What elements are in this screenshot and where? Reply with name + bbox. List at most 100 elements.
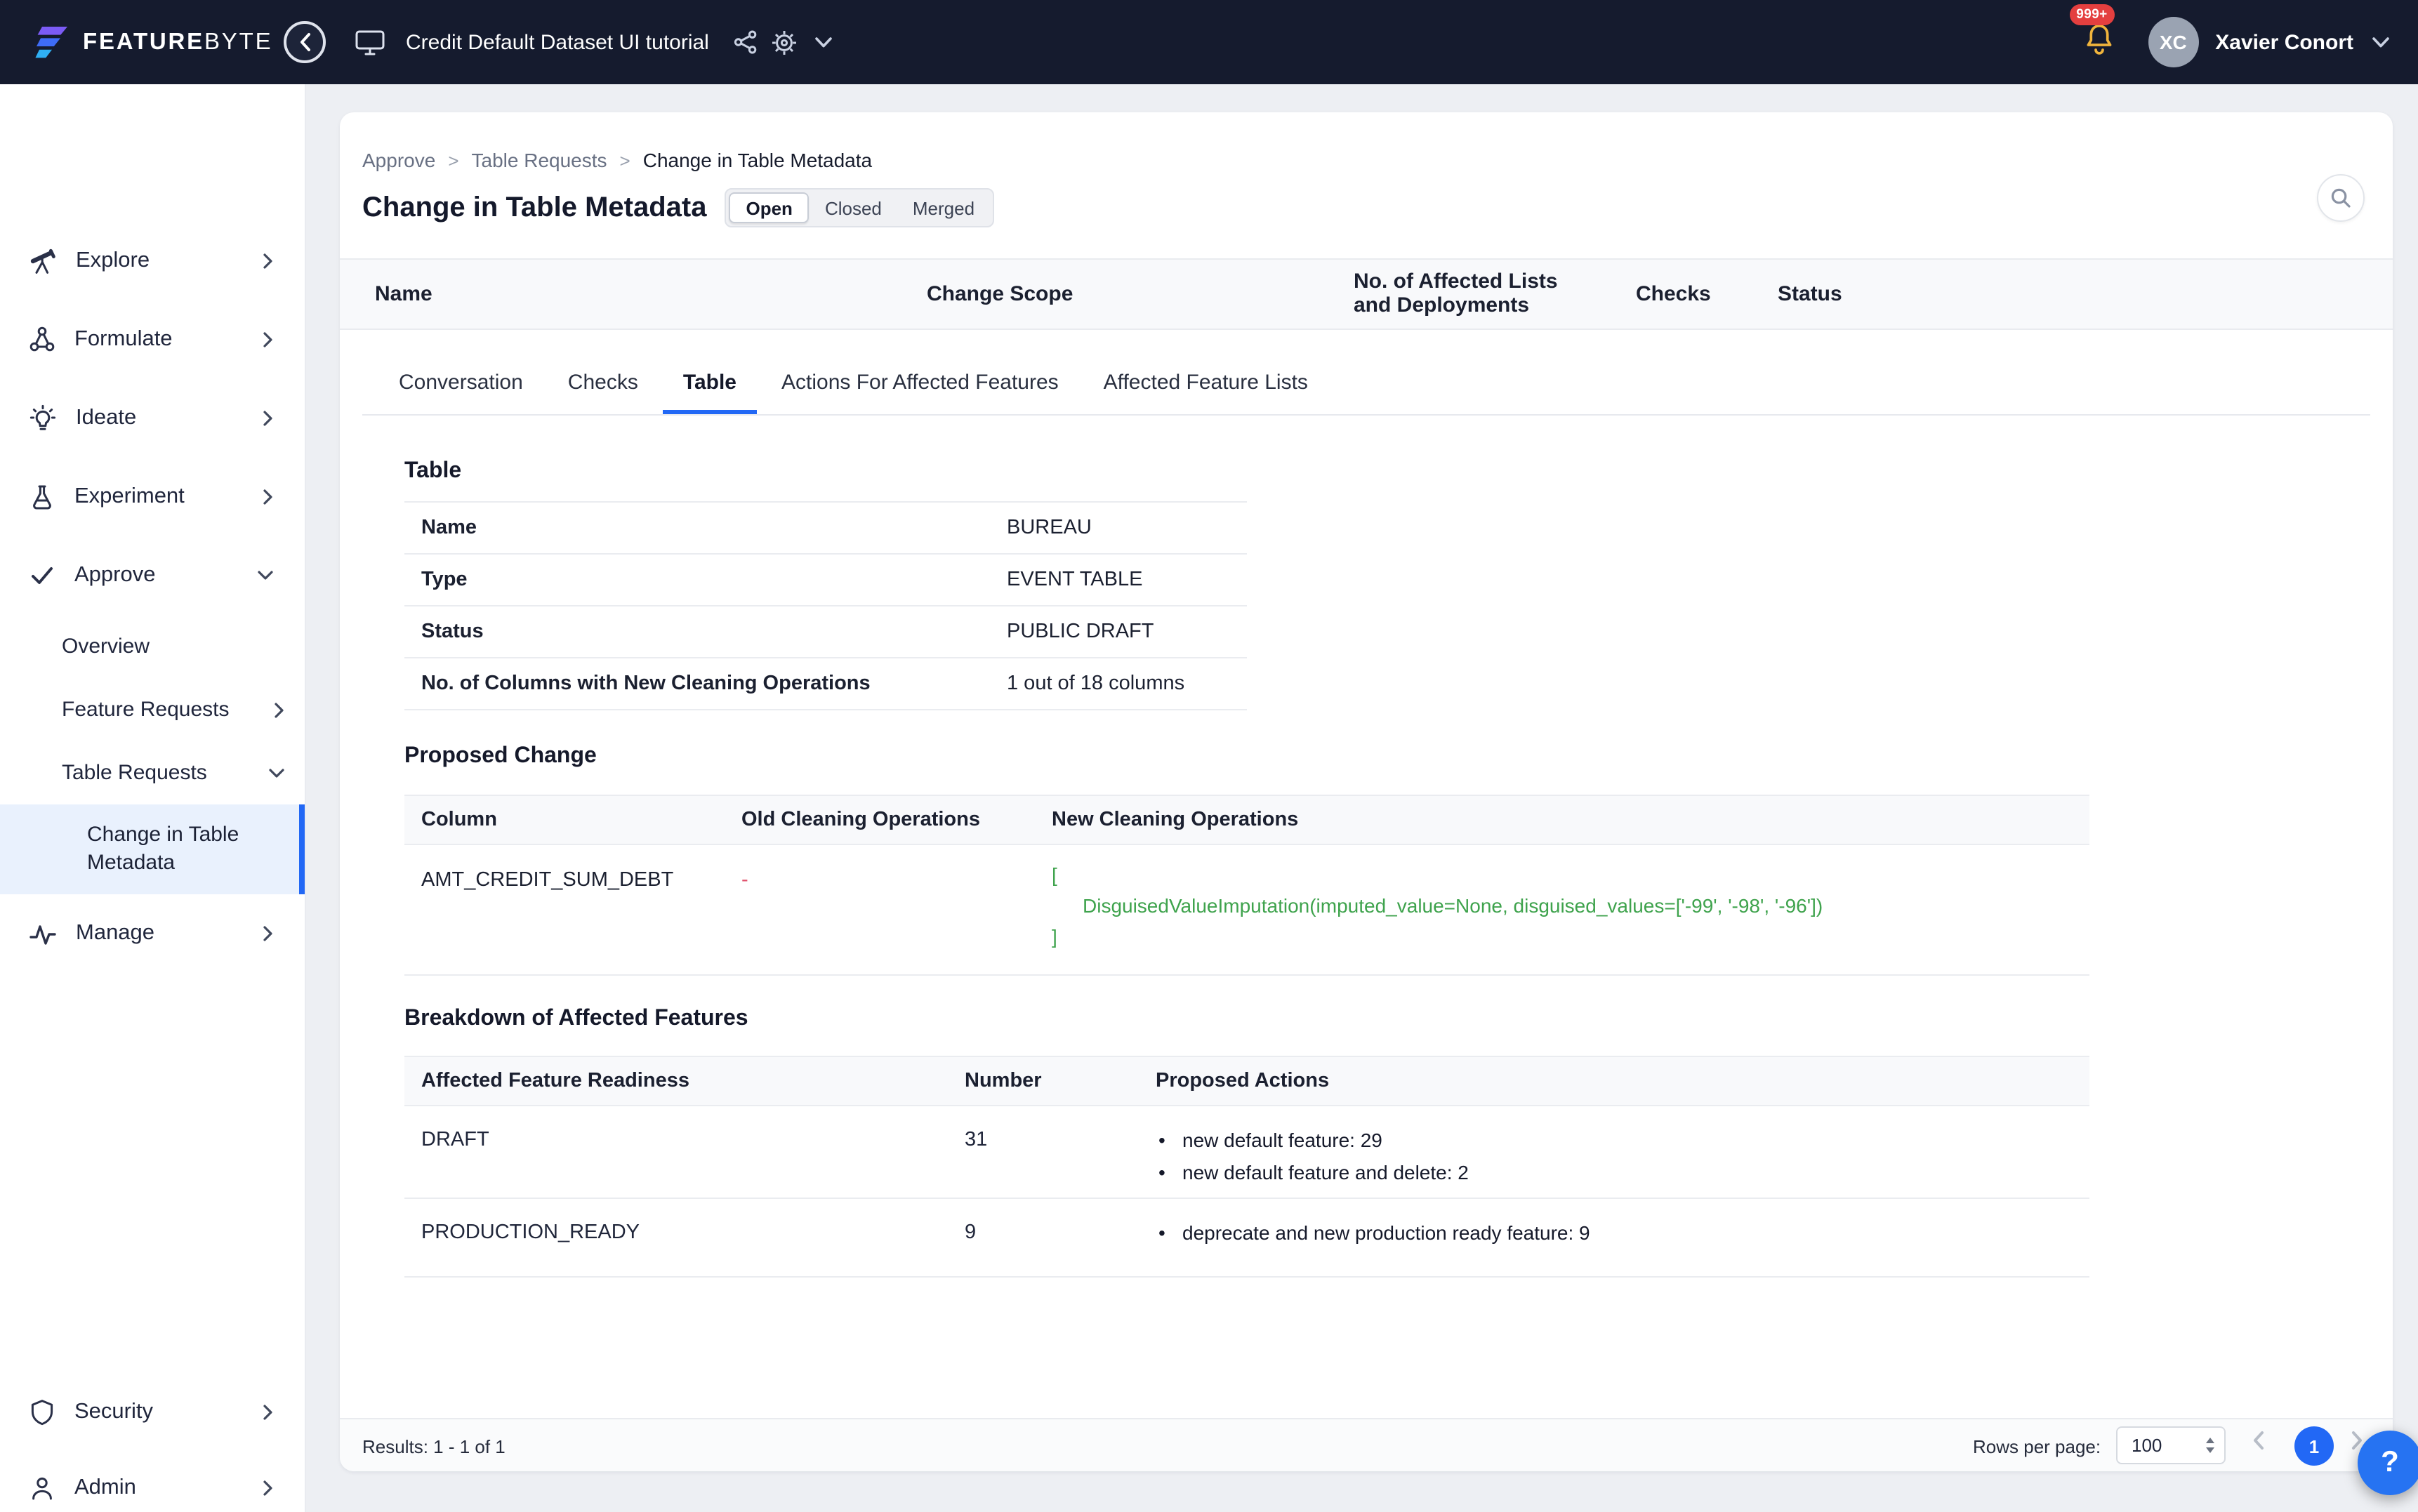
breadcrumb-current: Change in Table Metadata [642,149,873,171]
tab-affected-feature-lists[interactable]: Affected Feature Lists [1084,354,1328,414]
title-row: Change in Table Metadata Open Closed Mer… [362,188,995,227]
tab-table[interactable]: Table [663,354,756,414]
notifications-button[interactable]: 999+ [2069,4,2117,64]
sidebar: Explore Formulate Ideate Experiment Appr… [0,84,306,1512]
filter-merged[interactable]: Merged [897,192,990,223]
column-header-number: Number [965,1070,1042,1092]
share-button[interactable] [733,0,758,84]
table-metadata: Name BUREAU Type EVENT TABLE Status PUBL… [404,501,1247,710]
topbar: FEATUREBYTE Credit Default Dataset UI tu… [0,0,2418,84]
column-header-change-scope: Change Scope [927,282,1073,306]
sidebar-item-label: Security [74,1400,153,1424]
collapse-sidebar-button[interactable] [284,21,326,63]
sidebar-item-table-requests[interactable]: Table Requests [0,741,305,804]
breakdown-heading: Breakdown of Affected Features [404,1007,748,1030]
sidebar-item-explore[interactable]: Explore [0,222,305,300]
proposed-change-header: Column Old Cleaning Operations New Clean… [404,795,2089,845]
chevron-down-icon [2372,37,2389,47]
requests-table-header: Name Change Scope No. of Affected Lists … [340,258,2393,330]
filter-closed[interactable]: Closed [810,192,897,223]
column-header-name: Name [375,282,432,306]
filter-open[interactable]: Open [729,192,810,223]
sidebar-item-security[interactable]: Security [0,1374,305,1450]
new-cleaning-operations: [ DisguisedValueImputation(imputed_value… [1052,859,1823,952]
help-button[interactable]: ? [2358,1431,2418,1495]
chevron-down-icon [815,37,832,47]
telescope-icon [30,248,55,273]
action-item: new default feature: 29 [1158,1125,1469,1157]
catalog-menu-button[interactable] [814,0,833,84]
topbar-right: 999+ XC Xavier Conort [2069,0,2390,84]
sidebar-item-label: Feature Requests [62,698,230,722]
column-header-checks: Checks [1636,282,1711,306]
table-footer: Results: 1 - 1 of 1 Rows per page: 100 1 [340,1418,2393,1471]
kv-label: Type [421,569,468,591]
featurebyte-logo-icon [35,27,67,58]
breakdown-table: Affected Feature Readiness Number Propos… [404,1056,2089,1278]
tab-checks[interactable]: Checks [548,354,658,414]
check-icon [32,567,53,584]
breadcrumb-table-requests[interactable]: Table Requests [472,149,607,171]
kv-row-columns: No. of Columns with New Cleaning Operati… [404,658,1247,710]
user-menu-button[interactable] [2372,36,2390,48]
page-title: Change in Table Metadata [362,192,707,223]
sidebar-item-ideate[interactable]: Ideate [0,379,305,458]
brand-name-bold: FEATURE [83,29,204,54]
sidebar-item-approve[interactable]: Approve [0,536,305,615]
kv-label: Status [421,621,484,643]
content-card: Approve > Table Requests > Change in Tab… [340,112,2393,1471]
kv-label: Name [421,517,477,539]
lightbulb-icon [29,404,56,430]
kv-label: No. of Columns with New Cleaning Operati… [421,672,871,695]
bell-icon [2086,24,2111,54]
proposed-actions-list: deprecate and new production ready featu… [1158,1217,1590,1249]
catalog-selector[interactable]: Credit Default Dataset UI tutorial [354,0,709,84]
sidebar-item-formulate[interactable]: Formulate [0,300,305,379]
rows-per-page-label: Rows per page: [1973,1435,2101,1457]
sidebar-item-manage[interactable]: Manage [0,894,305,973]
sidebar-nav: Explore Formulate Ideate Experiment Appr… [0,222,305,973]
breadcrumb-separator: > [448,150,459,171]
sidebar-item-experiment[interactable]: Experiment [0,458,305,536]
page-number-button[interactable]: 1 [2294,1426,2334,1466]
table-row: PRODUCTION_READY 9 deprecate and new pro… [404,1199,2089,1278]
rows-per-page-value: 100 [2132,1435,2162,1456]
kv-row-name: Name BUREAU [404,503,1247,555]
settings-button[interactable] [771,0,798,84]
chevron-right-icon [274,701,285,718]
user-name: Xavier Conort [2215,30,2353,54]
rows-per-page-select[interactable]: 100 [2116,1426,2226,1464]
activity-icon [29,924,56,944]
proposed-actions-list: new default feature: 29 new default feat… [1158,1125,1469,1189]
breadcrumb-approve[interactable]: Approve [362,149,435,171]
sidebar-item-label: Admin [74,1475,136,1499]
column-header-readiness: Affected Feature Readiness [421,1070,689,1092]
sidebar-item-change-in-table-metadata[interactable]: Change in Table Metadata [0,804,305,894]
shield-icon [31,1400,53,1426]
search-button[interactable] [2317,174,2365,222]
breadcrumb: Approve > Table Requests > Change in Tab… [362,149,872,171]
screen-share-icon [355,29,385,55]
table-row: DRAFT 31 new default feature: 29 new def… [404,1106,2089,1199]
old-cleaning-operations: - [741,869,748,891]
chevron-down-icon [268,767,285,778]
proposed-change-heading: Proposed Change [404,744,597,768]
kv-row-type: Type EVENT TABLE [404,555,1247,606]
sidebar-item-feature-requests[interactable]: Feature Requests [0,678,305,741]
kv-value: BUREAU [1007,517,1092,539]
brand-name: FEATUREBYTE [83,29,272,55]
column-header-new-cleaning: New Cleaning Operations [1052,809,1299,831]
brand-name-light: BYTE [204,29,273,54]
kv-value: 1 out of 18 columns [1007,672,1185,695]
sidebar-item-label: Experiment [74,484,185,508]
sidebar-item-admin[interactable]: Admin [0,1450,305,1512]
previous-page-button[interactable] [2252,1431,2265,1457]
column-header-proposed-actions: Proposed Actions [1156,1070,1330,1092]
tab-conversation[interactable]: Conversation [379,354,543,414]
tab-actions-for-affected-features[interactable]: Actions For Affected Features [762,354,1078,414]
chevron-right-icon [263,410,274,427]
notifications-badge: 999+ [2069,4,2115,25]
column-header-column: Column [421,809,497,831]
avatar[interactable]: XC [2148,17,2199,67]
sidebar-item-overview[interactable]: Overview [0,615,305,678]
